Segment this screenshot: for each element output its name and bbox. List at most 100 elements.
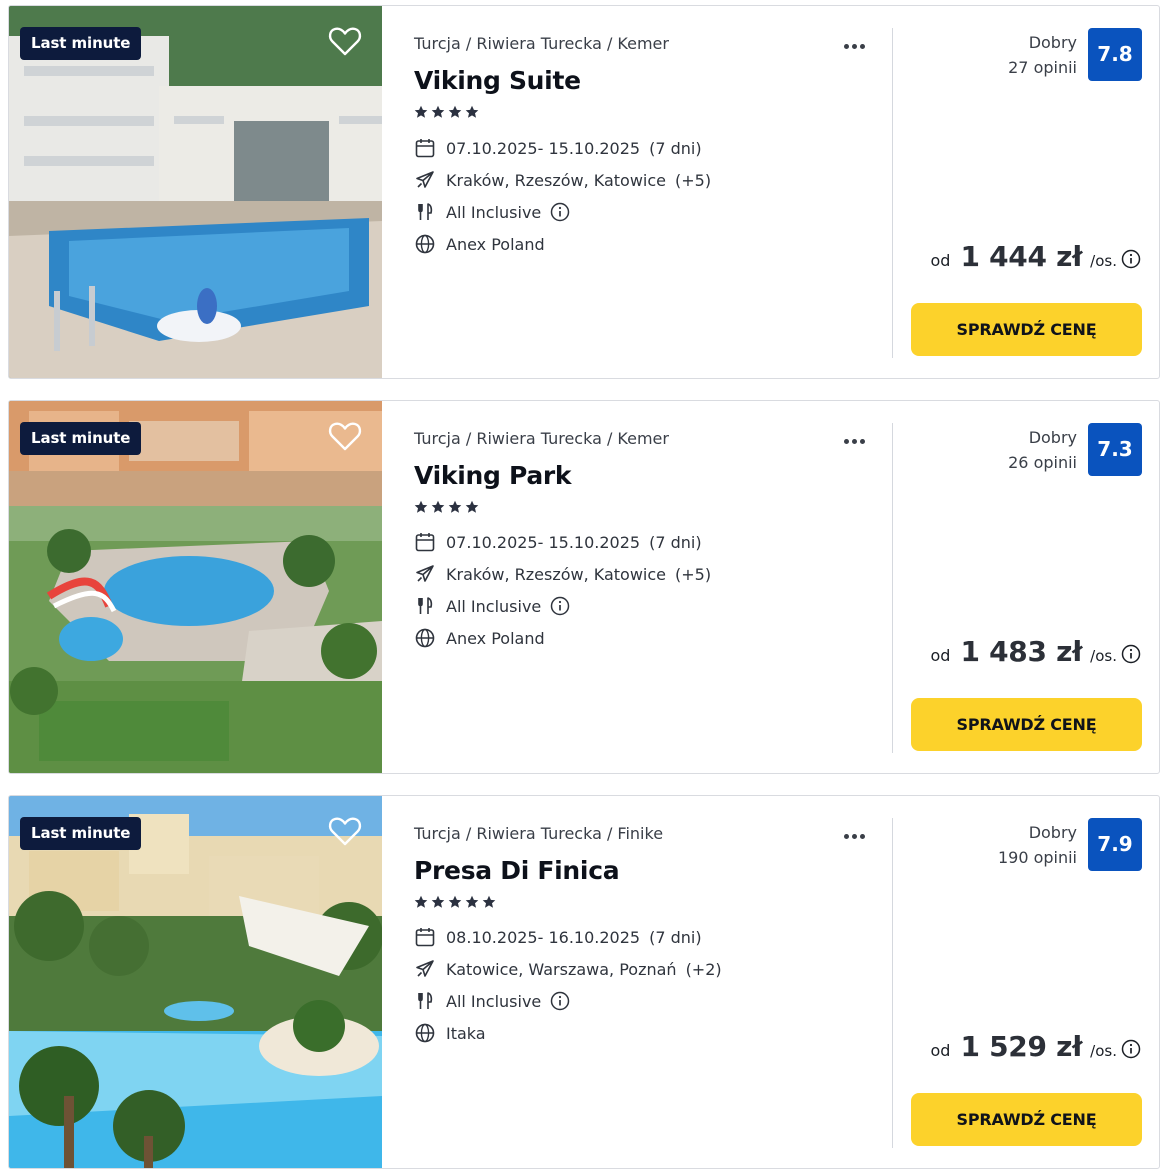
rating-summary[interactable]: Dobry 27 opinii bbox=[1008, 30, 1077, 80]
review-count: 26 opinii bbox=[1008, 453, 1077, 472]
price-block: od 1 444 zł /os. bbox=[931, 240, 1142, 282]
card-divider bbox=[892, 28, 893, 358]
info-circle-icon[interactable] bbox=[550, 202, 570, 222]
offer-board: All Inclusive bbox=[446, 596, 542, 616]
card-divider bbox=[892, 423, 893, 753]
offer-airports: Kraków, Rzeszów, Katowice bbox=[446, 564, 667, 584]
star-icon bbox=[414, 500, 428, 513]
card-divider bbox=[892, 818, 893, 1148]
globe-icon bbox=[415, 628, 435, 648]
globe-icon bbox=[415, 234, 435, 254]
calendar-icon bbox=[415, 928, 435, 947]
more-dots-icon[interactable] bbox=[842, 429, 874, 449]
price-amount: 1 483 zł bbox=[960, 635, 1083, 668]
offer-location[interactable]: Turcja / Riwiera Turecka / Kemer bbox=[414, 34, 669, 53]
hotel-photo-image bbox=[9, 401, 382, 773]
info-circle-icon[interactable] bbox=[550, 596, 570, 616]
plane-icon bbox=[416, 171, 434, 188]
offer-airports-row: Katowice, Warszawa, Poznań (+2) bbox=[414, 957, 722, 981]
offer-operator-row: Anex Poland bbox=[414, 626, 545, 650]
price-block: od 1 483 zł /os. bbox=[931, 635, 1142, 677]
offer-board: All Inclusive bbox=[446, 202, 542, 222]
check-price-button[interactable]: SPRAWDŹ CENĘ bbox=[911, 698, 1142, 751]
heart-outline-icon[interactable] bbox=[328, 420, 362, 452]
star-icon bbox=[448, 895, 462, 908]
offer-card[interactable]: Last minute Turcja / Riwiera Turecka / K… bbox=[8, 400, 1160, 774]
offer-location[interactable]: Turcja / Riwiera Turecka / Kemer bbox=[414, 429, 669, 448]
offer-dates-row: 08.10.2025- 16.10.2025 (7 dni) bbox=[414, 925, 702, 949]
price-amount: 1 529 zł bbox=[960, 1030, 1083, 1063]
star-icon bbox=[482, 895, 496, 908]
info-circle-icon[interactable] bbox=[550, 991, 570, 1011]
star-icon bbox=[465, 500, 479, 513]
offer-board-row: All Inclusive bbox=[414, 594, 570, 618]
offer-operator-row: Anex Poland bbox=[414, 232, 545, 256]
offer-board-row: All Inclusive bbox=[414, 200, 570, 224]
offer-operator: Anex Poland bbox=[446, 234, 545, 254]
offer-airports: Kraków, Rzeszów, Katowice bbox=[446, 170, 667, 190]
price-prefix: od bbox=[930, 251, 951, 270]
hotel-photo[interactable]: Last minute bbox=[9, 796, 382, 1168]
offer-location[interactable]: Turcja / Riwiera Turecka / Finike bbox=[414, 824, 663, 843]
rating-score-badge[interactable]: 7.9 bbox=[1088, 818, 1142, 871]
more-dots-icon[interactable] bbox=[842, 34, 874, 54]
star-icon bbox=[431, 895, 445, 908]
offer-dates-row: 07.10.2025- 15.10.2025 (7 dni) bbox=[414, 136, 702, 160]
offer-airports-row: Kraków, Rzeszów, Katowice (+5) bbox=[414, 168, 711, 192]
info-circle-icon[interactable] bbox=[1121, 249, 1141, 269]
offer-airports-more[interactable]: (+5) bbox=[675, 565, 711, 584]
offer-board-row: All Inclusive bbox=[414, 989, 570, 1013]
hotel-name[interactable]: Presa Di Finica bbox=[414, 856, 620, 885]
cutlery-icon bbox=[418, 597, 433, 614]
price-prefix: od bbox=[930, 646, 951, 665]
price-prefix: od bbox=[930, 1041, 951, 1060]
more-dots-icon[interactable] bbox=[842, 824, 874, 844]
offer-card[interactable]: Last minute Turcja / Riwiera Turecka / F… bbox=[8, 795, 1160, 1169]
info-circle-icon[interactable] bbox=[1121, 644, 1141, 664]
rating-summary[interactable]: Dobry 190 opinii bbox=[998, 820, 1077, 870]
offer-info: Turcja / Riwiera Turecka / Kemer Viking … bbox=[414, 401, 884, 773]
offer-duration: (7 dni) bbox=[649, 138, 702, 158]
star-icon bbox=[448, 500, 462, 513]
star-icon bbox=[414, 895, 428, 908]
star-icon bbox=[414, 105, 428, 118]
rating-summary[interactable]: Dobry 26 opinii bbox=[1008, 425, 1077, 475]
offer-airports-more[interactable]: (+2) bbox=[686, 960, 722, 979]
offer-dates-row: 07.10.2025- 15.10.2025 (7 dni) bbox=[414, 530, 702, 554]
offer-card[interactable]: Last minute Turcja / Riwiera Turecka / K… bbox=[8, 5, 1160, 379]
hotel-photo[interactable]: Last minute bbox=[9, 401, 382, 773]
hotel-stars bbox=[414, 895, 496, 911]
offer-dates: 07.10.2025- 15.10.2025 bbox=[446, 138, 641, 158]
cutlery-icon bbox=[418, 203, 433, 220]
rating-label: Dobry bbox=[1028, 33, 1077, 52]
rating-score-badge[interactable]: 7.8 bbox=[1088, 28, 1142, 81]
last-minute-badge: Last minute bbox=[20, 422, 142, 455]
star-icon bbox=[448, 105, 462, 118]
offer-dates: 08.10.2025- 16.10.2025 bbox=[446, 927, 641, 947]
globe-icon bbox=[415, 1023, 435, 1043]
info-circle-icon[interactable] bbox=[1121, 1039, 1141, 1059]
hotel-name[interactable]: Viking Park bbox=[414, 461, 572, 490]
price-unit: /os. bbox=[1090, 252, 1117, 270]
star-icon bbox=[465, 895, 479, 908]
plane-icon bbox=[416, 565, 434, 582]
hotel-name[interactable]: Viking Suite bbox=[414, 66, 581, 95]
offer-operator: Anex Poland bbox=[446, 628, 545, 648]
check-price-button[interactable]: SPRAWDŹ CENĘ bbox=[911, 303, 1142, 356]
review-count: 190 opinii bbox=[997, 848, 1077, 867]
offer-list: Last minute Turcja / Riwiera Turecka / K… bbox=[0, 0, 1170, 1174]
hotel-photo[interactable]: Last minute bbox=[9, 6, 382, 378]
offer-airports: Katowice, Warszawa, Poznań bbox=[446, 959, 677, 979]
offer-airports-row: Kraków, Rzeszów, Katowice (+5) bbox=[414, 562, 711, 586]
price-unit: /os. bbox=[1090, 1042, 1117, 1060]
heart-outline-icon[interactable] bbox=[328, 25, 362, 57]
offer-board: All Inclusive bbox=[446, 991, 542, 1011]
hotel-photo-image bbox=[9, 6, 382, 378]
heart-outline-icon[interactable] bbox=[328, 815, 362, 847]
last-minute-badge: Last minute bbox=[20, 817, 142, 850]
rating-score-badge[interactable]: 7.3 bbox=[1088, 423, 1142, 476]
hotel-stars bbox=[414, 105, 479, 121]
offer-airports-more[interactable]: (+5) bbox=[675, 171, 711, 190]
last-minute-badge: Last minute bbox=[20, 27, 142, 60]
check-price-button[interactable]: SPRAWDŹ CENĘ bbox=[911, 1093, 1142, 1146]
